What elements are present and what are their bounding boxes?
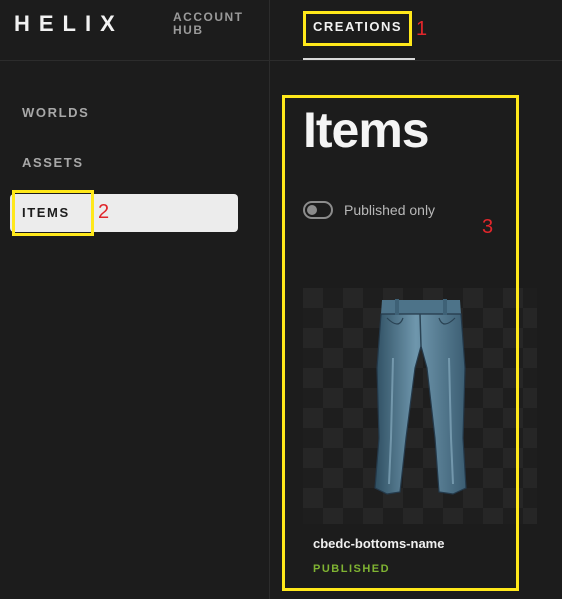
annotation-number-3: 3 (482, 216, 494, 238)
sidebar-item-label: ASSETS (22, 155, 84, 170)
account-hub-link[interactable]: ACCOUNT HUB (173, 11, 263, 37)
sidebar-divider (269, 0, 270, 599)
top-bar: HELIX ACCOUNT HUB CREATIONS (0, 0, 562, 61)
sidebar-item-worlds[interactable]: WORLDS (10, 94, 238, 132)
sidebar-item-assets[interactable]: ASSETS (10, 144, 238, 182)
helix-logo[interactable]: HELIX (14, 12, 124, 36)
annotation-number-2: 2 (98, 201, 110, 223)
annotation-box-3 (282, 95, 519, 591)
annotation-box-1 (303, 11, 412, 46)
annotation-box-2 (12, 190, 94, 236)
annotation-number-1: 1 (416, 18, 428, 40)
app-window: HELIX ACCOUNT HUB CREATIONS WORLDS ASSET… (0, 0, 562, 599)
sidebar-item-label: WORLDS (22, 105, 90, 120)
